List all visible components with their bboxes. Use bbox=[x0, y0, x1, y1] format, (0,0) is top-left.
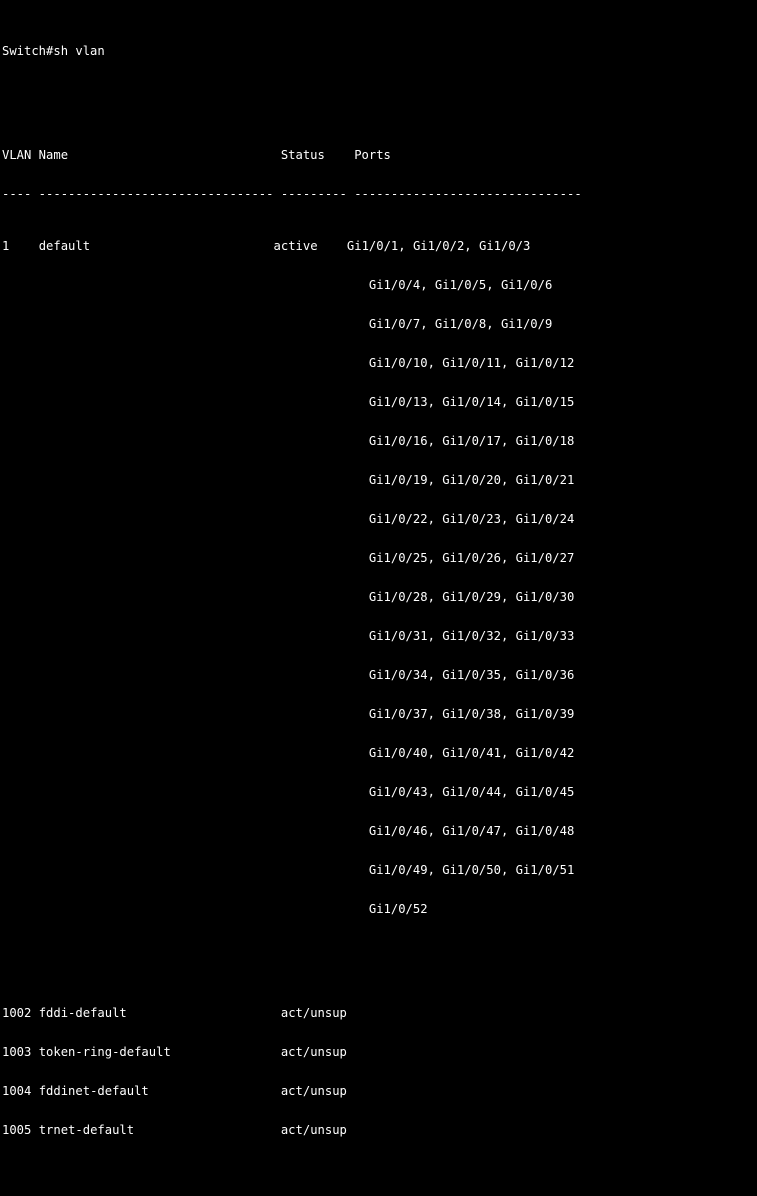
pad bbox=[31, 1045, 38, 1059]
pad bbox=[2, 863, 369, 877]
command-text: sh vlan bbox=[53, 44, 105, 58]
pad bbox=[31, 1084, 38, 1098]
vlan-table-separator: ---- -------------------------------- --… bbox=[2, 187, 582, 201]
vlan-id: 1004 bbox=[2, 1084, 32, 1098]
vlan-name: fddi-default bbox=[38, 1006, 127, 1020]
pad bbox=[2, 629, 369, 643]
vlan-ports-row: Gi1/0/19, Gi1/0/20, Gi1/0/21 bbox=[2, 474, 757, 487]
vlan-id: 1005 bbox=[2, 1123, 32, 1137]
vlan-ports-row: Gi1/0/22, Gi1/0/23, Gi1/0/24 bbox=[2, 513, 757, 526]
table-row: 1002 fddi-default act/unsup bbox=[2, 1007, 757, 1020]
table-row: 1003 token-ring-default act/unsup bbox=[2, 1046, 757, 1059]
vlan-name: fddinet-default bbox=[38, 1084, 149, 1098]
pad bbox=[149, 1084, 281, 1098]
vlan-status: act/unsup bbox=[280, 1006, 347, 1020]
vlan-ports: Gi1/0/52 bbox=[368, 902, 428, 916]
vlan-ports: Gi1/0/46, Gi1/0/47, Gi1/0/48 bbox=[368, 824, 575, 838]
pad bbox=[127, 1006, 281, 1020]
vlan-status: act/unsup bbox=[280, 1045, 347, 1059]
pad bbox=[2, 902, 369, 916]
pad bbox=[171, 1045, 281, 1059]
vlan-ports-row: Gi1/0/52 bbox=[2, 903, 757, 916]
pad bbox=[2, 551, 369, 565]
vlan-status: act/unsup bbox=[280, 1123, 347, 1137]
pad bbox=[2, 707, 369, 721]
vlan-table-header: VLAN Name Status Ports bbox=[2, 148, 391, 162]
vlan-id: 1003 bbox=[2, 1045, 32, 1059]
vlan-ports: Gi1/0/28, Gi1/0/29, Gi1/0/30 bbox=[368, 590, 575, 604]
terminal-window[interactable]: Switch#sh vlan VLAN Name Status Ports --… bbox=[0, 0, 757, 1137]
vlan-ports-row: Gi1/0/16, Gi1/0/17, Gi1/0/18 bbox=[2, 435, 757, 448]
vlan-status: active bbox=[273, 239, 318, 253]
vlan-status: act/unsup bbox=[280, 1084, 347, 1098]
pad bbox=[2, 512, 369, 526]
vlan-id: 1002 bbox=[2, 1006, 32, 1020]
vlan-ports-row: Gi1/0/49, Gi1/0/50, Gi1/0/51 bbox=[2, 864, 757, 877]
vlan-ports: Gi1/0/22, Gi1/0/23, Gi1/0/24 bbox=[368, 512, 575, 526]
vlan-ports: Gi1/0/34, Gi1/0/35, Gi1/0/36 bbox=[368, 668, 575, 682]
table-row: 1005 trnet-default act/unsup bbox=[2, 1124, 757, 1137]
vlan-ports: Gi1/0/31, Gi1/0/32, Gi1/0/33 bbox=[368, 629, 575, 643]
pad bbox=[31, 1123, 38, 1137]
vlan-ports: Gi1/0/49, Gi1/0/50, Gi1/0/51 bbox=[368, 863, 575, 877]
pad bbox=[2, 278, 369, 292]
pad bbox=[2, 395, 369, 409]
vlan-ports-row: Gi1/0/40, Gi1/0/41, Gi1/0/42 bbox=[2, 747, 757, 760]
pad bbox=[9, 239, 38, 253]
pad bbox=[2, 746, 369, 760]
pad bbox=[2, 785, 369, 799]
vlan-ports-row: Gi1/0/43, Gi1/0/44, Gi1/0/45 bbox=[2, 786, 757, 799]
pad bbox=[2, 356, 369, 370]
vlan-ports-row: Gi1/0/13, Gi1/0/14, Gi1/0/15 bbox=[2, 396, 757, 409]
vlan-ports: Gi1/0/40, Gi1/0/41, Gi1/0/42 bbox=[368, 746, 575, 760]
shell-prompt: Switch# bbox=[2, 44, 54, 58]
vlan-ports: Gi1/0/1, Gi1/0/2, Gi1/0/3 bbox=[346, 239, 531, 253]
pad bbox=[134, 1123, 281, 1137]
pad bbox=[2, 317, 369, 331]
vlan-ports-row: Gi1/0/37, Gi1/0/38, Gi1/0/39 bbox=[2, 708, 757, 721]
vlan-name: token-ring-default bbox=[38, 1045, 171, 1059]
vlan-name: default bbox=[38, 239, 91, 253]
terminal-output: Switch#sh vlan VLAN Name Status Ports --… bbox=[2, 6, 757, 1196]
vlan-ports-row: Gi1/0/34, Gi1/0/35, Gi1/0/36 bbox=[2, 669, 757, 682]
vlan-ports: Gi1/0/7, Gi1/0/8, Gi1/0/9 bbox=[368, 317, 553, 331]
command-line-sh-vlan: Switch#sh vlan bbox=[2, 45, 757, 58]
pad bbox=[90, 239, 273, 253]
vlan-ports-row: Gi1/0/10, Gi1/0/11, Gi1/0/12 bbox=[2, 357, 757, 370]
table-row: 1004 fddinet-default act/unsup bbox=[2, 1085, 757, 1098]
vlan-ports-row: Gi1/0/7, Gi1/0/8, Gi1/0/9 bbox=[2, 318, 757, 331]
vlan-ports: Gi1/0/10, Gi1/0/11, Gi1/0/12 bbox=[368, 356, 575, 370]
pad bbox=[31, 1006, 38, 1020]
vlan-ports: Gi1/0/4, Gi1/0/5, Gi1/0/6 bbox=[368, 278, 553, 292]
vlan-ports-row: Gi1/0/46, Gi1/0/47, Gi1/0/48 bbox=[2, 825, 757, 838]
vlan-ports: Gi1/0/25, Gi1/0/26, Gi1/0/27 bbox=[368, 551, 575, 565]
vlan-ports-row: Gi1/0/25, Gi1/0/26, Gi1/0/27 bbox=[2, 552, 757, 565]
vlan-ports-row: Gi1/0/4, Gi1/0/5, Gi1/0/6 bbox=[2, 279, 757, 292]
pad bbox=[2, 668, 369, 682]
pad bbox=[318, 239, 347, 253]
vlan-ports: Gi1/0/19, Gi1/0/20, Gi1/0/21 bbox=[368, 473, 575, 487]
vlan-name: trnet-default bbox=[38, 1123, 135, 1137]
vlan-ports: Gi1/0/13, Gi1/0/14, Gi1/0/15 bbox=[368, 395, 575, 409]
vlan-ports: Gi1/0/37, Gi1/0/38, Gi1/0/39 bbox=[368, 707, 575, 721]
vlan-ports-row: Gi1/0/31, Gi1/0/32, Gi1/0/33 bbox=[2, 630, 757, 643]
vlan-ports: Gi1/0/16, Gi1/0/17, Gi1/0/18 bbox=[368, 434, 575, 448]
pad bbox=[2, 590, 369, 604]
vlan-ports: Gi1/0/43, Gi1/0/44, Gi1/0/45 bbox=[368, 785, 575, 799]
table-row: 1 default active Gi1/0/1, Gi1/0/2, Gi1/0… bbox=[2, 240, 757, 253]
pad bbox=[2, 473, 369, 487]
pad bbox=[2, 824, 369, 838]
pad bbox=[2, 434, 369, 448]
